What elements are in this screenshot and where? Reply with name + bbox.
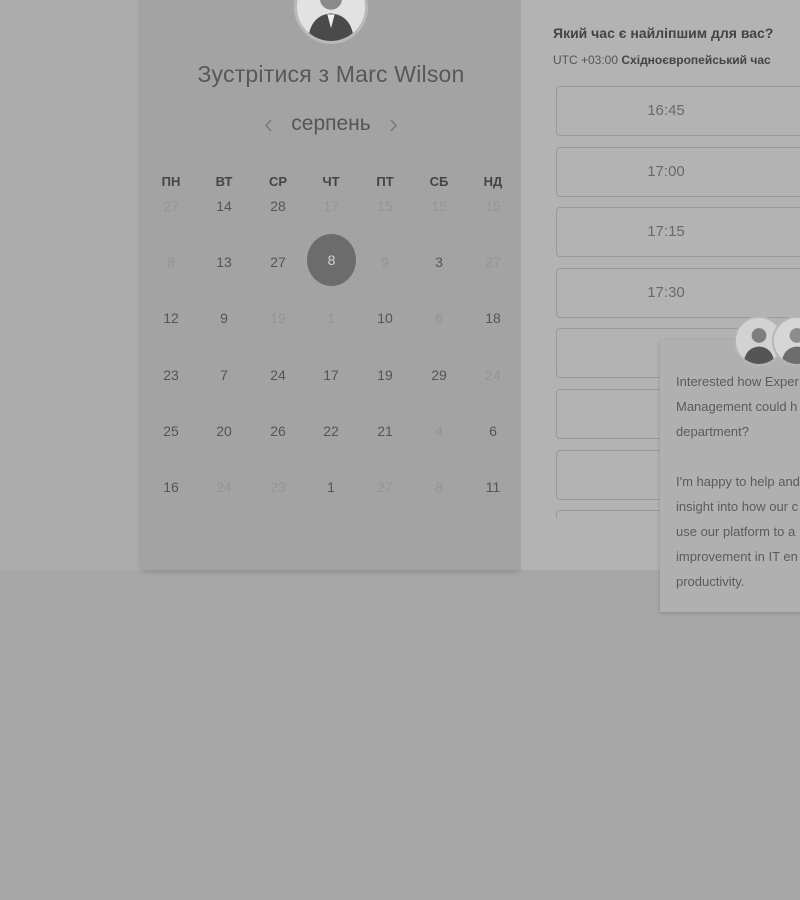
calendar-day-disabled: 15 [377, 198, 393, 214]
calendar-day[interactable]: 21 [367, 421, 403, 441]
calendar-day-disabled: 1 [327, 310, 335, 326]
calendar-day[interactable]: 22 [313, 421, 349, 441]
calendar-day-disabled: 27 [163, 198, 179, 214]
calendar-day[interactable]: 10 [367, 308, 403, 328]
weekday-header: ПН [161, 174, 181, 189]
weekday-header: ЧТ [322, 174, 340, 189]
calendar-day[interactable]: 9 [206, 308, 242, 328]
calendar-day-disabled: 27 [485, 254, 501, 270]
time-slot-button[interactable]: 17:00 [556, 146, 800, 197]
calendar-day-disabled: 23 [270, 479, 286, 495]
weekday-header: СБ [429, 174, 449, 189]
time-slot-button[interactable]: 16:45 [556, 86, 800, 136]
time-slot-button[interactable]: 17:30 [556, 267, 800, 318]
chat-message-line: I'm happy to help and [676, 474, 800, 489]
calendar-day[interactable]: 25 [153, 421, 189, 441]
calendar-day[interactable]: 26 [260, 421, 296, 441]
weekday-header: ВТ [215, 174, 233, 189]
calendar-day-disabled: 15 [431, 198, 447, 214]
calendar-day[interactable]: 3 [421, 252, 457, 272]
calendar-day[interactable]: 27 [260, 252, 296, 272]
weekday-header: СР [268, 174, 288, 189]
calendar-day-disabled: 24 [216, 479, 232, 495]
calendar-day[interactable]: 16 [153, 477, 189, 497]
calendar-day[interactable]: 1 [313, 477, 349, 497]
calendar-day-disabled: 24 [485, 367, 501, 383]
calendar-day[interactable]: 28 [260, 196, 296, 216]
chat-message-line: insight into how our c [676, 499, 799, 514]
calendar-day[interactable]: 11 [475, 477, 511, 497]
chat-message-line: Interested how Exper [676, 374, 799, 389]
calendar-day[interactable]: 29 [421, 365, 457, 385]
calendar-day-disabled: 8 [435, 479, 443, 495]
calendar-day-disabled: 19 [270, 310, 286, 326]
calendar-day-disabled: 15 [485, 198, 501, 214]
calendar-day[interactable]: 13 [206, 252, 242, 272]
time-slot-button[interactable]: 17:15 [556, 207, 800, 258]
weekday-header: НД [483, 174, 503, 189]
chat-popup[interactable]: Interested how Exper Management could h de… [660, 340, 800, 612]
chat-message-line: productivity. [676, 574, 745, 589]
calendar-day-disabled: 6 [435, 310, 443, 326]
chat-message-line: use our platform to a [676, 524, 796, 539]
calendar-day[interactable]: 24 [260, 365, 296, 385]
chevron-left-icon[interactable] [264, 117, 277, 134]
month-label: серпень [291, 112, 371, 135]
selected-day[interactable]: 8 [307, 234, 356, 286]
month-navigation: серпень [141, 112, 521, 136]
calendar-day[interactable]: 7 [206, 365, 242, 385]
weekday-header: ПТ [376, 174, 394, 189]
chat-message-line: Management could h [676, 399, 798, 414]
chevron-right-icon[interactable] [385, 117, 398, 134]
calendar-day-disabled: 17 [323, 198, 339, 214]
calendar-day-disabled: 8 [167, 254, 175, 270]
chat-message-line: improvement in IT en [676, 549, 798, 564]
calendar-day[interactable]: 18 [475, 308, 511, 328]
calendar-day[interactable]: 20 [206, 421, 242, 441]
meeting-title: Зустрітися з Marc Wilson [197, 61, 465, 87]
calendar-day[interactable]: 6 [475, 421, 511, 441]
calendar-day[interactable]: 12 [153, 308, 189, 328]
calendar-day-disabled: 9 [381, 254, 389, 270]
chat-message-line: department? [676, 424, 749, 439]
calendar-day[interactable]: 23 [153, 365, 189, 385]
calendar-day[interactable]: 19 [367, 365, 403, 385]
calendar-day-disabled: 27 [377, 479, 393, 495]
calendar-day-disabled: 4 [435, 423, 443, 439]
calendar-day[interactable]: 14 [206, 196, 242, 216]
calendar-day[interactable]: 17 [313, 365, 349, 385]
